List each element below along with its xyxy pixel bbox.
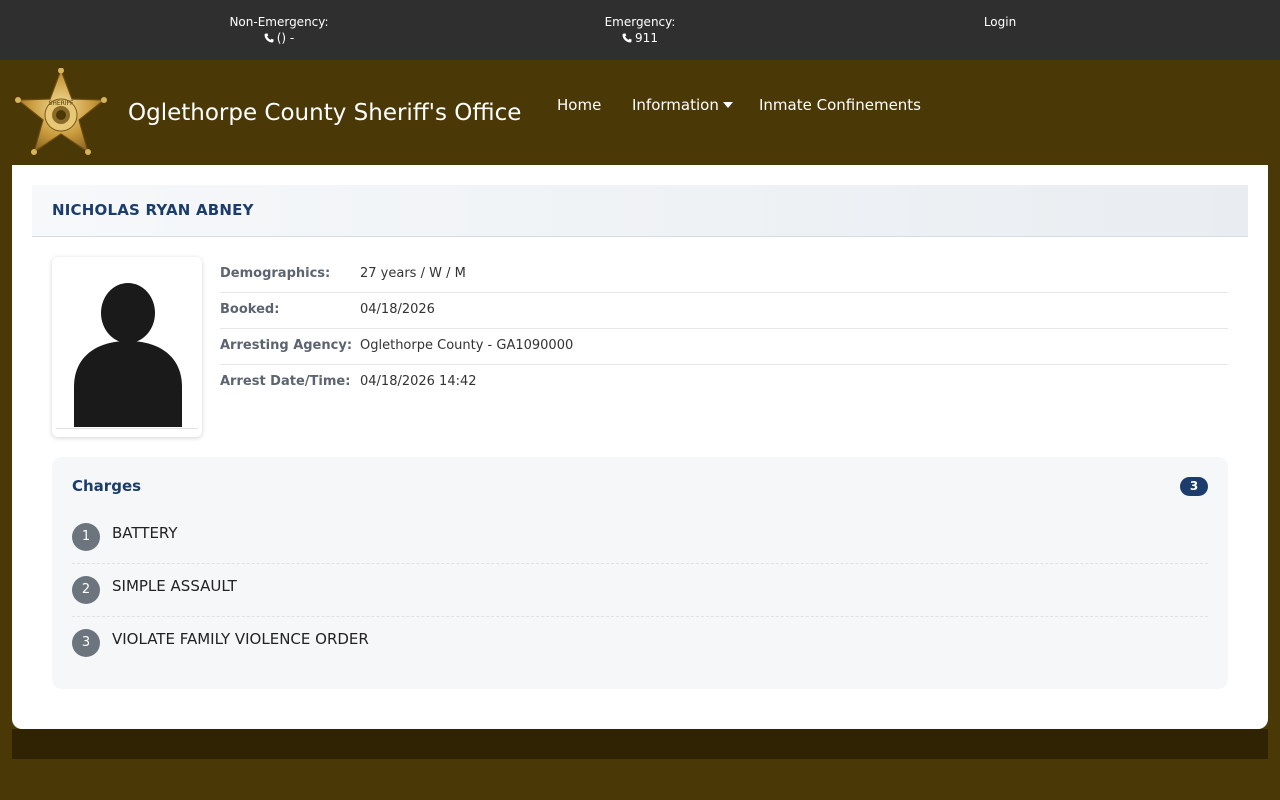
nav-information-label: Information [632, 96, 719, 114]
non-emergency-phone[interactable]: () - [220, 30, 338, 46]
emergency-label: Emergency: [604, 15, 676, 29]
detail-row-arrest-datetime: Arrest Date/Time: 04/18/2026 14:42 [220, 365, 1228, 401]
phone-icon [264, 33, 274, 43]
top-contact-bar: Non-Emergency: () - Emergency: 911 Login [0, 0, 1280, 60]
detail-value: 04/18/2026 [360, 302, 435, 317]
charge-number: 1 [72, 523, 100, 551]
charge-number: 3 [72, 629, 100, 657]
charges-count-badge: 3 [1180, 477, 1208, 496]
inmate-details: Demographics: 27 years / W / M Booked: 0… [220, 257, 1228, 401]
detail-value: 04/18/2026 14:42 [360, 374, 477, 389]
inmate-detail-card: NICHOLAS RYAN ABNEY Demographics: 27 yea… [12, 165, 1268, 729]
detail-label: Booked: [220, 302, 280, 317]
inmate-photo [52, 257, 202, 437]
detail-row-arresting-agency: Arresting Agency: Oglethorpe County - GA… [220, 329, 1228, 365]
detail-label: Arresting Agency: [220, 338, 353, 353]
detail-row-booked: Booked: 04/18/2026 [220, 293, 1228, 329]
detail-row-demographics: Demographics: 27 years / W / M [220, 257, 1228, 293]
site-header: SHERIFF Oglethorpe County Sheriff's Offi… [0, 60, 1280, 165]
detail-label: Demographics: [220, 266, 331, 281]
charge-text: BATTERY [112, 524, 178, 542]
list-item: 3 VIOLATE FAMILY VIOLENCE ORDER [72, 617, 1208, 670]
footer-strip [12, 729, 1268, 759]
list-item: 2 SIMPLE ASSAULT [72, 564, 1208, 617]
non-emergency-contact: Non-Emergency: () - [220, 14, 338, 46]
person-silhouette-icon [74, 283, 182, 427]
emergency-phone[interactable]: 911 [590, 30, 690, 46]
caret-down-icon [722, 102, 733, 108]
list-item: 1 BATTERY [72, 511, 1208, 564]
charges-title: Charges [72, 477, 142, 495]
detail-value: Oglethorpe County - GA1090000 [360, 338, 574, 353]
charge-list: 1 BATTERY 2 SIMPLE ASSAULT 3 VIOLATE FAM… [72, 511, 1208, 670]
nav-information[interactable]: Information [632, 96, 733, 114]
charge-text: VIOLATE FAMILY VIOLENCE ORDER [112, 630, 369, 648]
sheriff-star-badge-icon[interactable]: SHERIFF [14, 68, 108, 158]
non-emergency-number: () - [276, 31, 295, 45]
nav-home[interactable]: Home [557, 96, 601, 114]
charge-text: SIMPLE ASSAULT [112, 577, 237, 595]
charge-number: 2 [72, 576, 100, 604]
card-header: NICHOLAS RYAN ABNEY [32, 185, 1248, 237]
emergency-contact: Emergency: 911 [590, 14, 690, 46]
nav-inmate-confinements[interactable]: Inmate Confinements [759, 96, 921, 114]
emergency-number: 911 [635, 31, 658, 45]
login-link[interactable]: Login [970, 14, 1030, 30]
detail-value: 27 years / W / M [360, 266, 466, 281]
phone-icon [622, 33, 632, 43]
badge-text: SHERIFF [49, 100, 75, 107]
inmate-name: NICHOLAS RYAN ABNEY [52, 201, 254, 219]
site-title[interactable]: Oglethorpe County Sheriff's Office [128, 100, 521, 126]
detail-label: Arrest Date/Time: [220, 374, 351, 389]
non-emergency-label: Non-Emergency: [229, 15, 329, 29]
photo-divider [56, 428, 198, 429]
site-footer [0, 759, 1280, 800]
charges-panel: Charges 3 1 BATTERY 2 SIMPLE ASSAULT 3 V… [52, 457, 1228, 689]
